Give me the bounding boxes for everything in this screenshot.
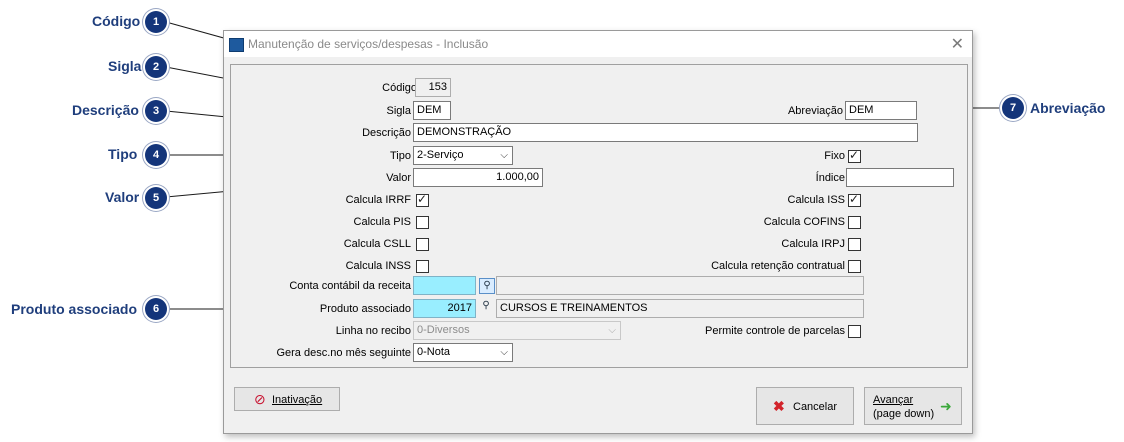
cancelar-button[interactable]: ✖ Cancelar <box>756 387 854 425</box>
sigla-label: Sigla <box>386 105 411 117</box>
calcula-cofins-label: Calcula COFINS <box>763 216 845 228</box>
conta-contabil-label: Conta contábil da receita <box>289 280 411 292</box>
gera-desc-label: Gera desc.no mês seguinte <box>276 347 411 359</box>
calcula-inss-checkbox[interactable] <box>416 260 429 273</box>
cancelar-label: Cancelar <box>793 401 838 413</box>
inativacao-button[interactable]: ⊘ Inativação <box>234 387 340 411</box>
calcula-pis-checkbox[interactable] <box>416 216 429 229</box>
tipo-select[interactable]: 2-Serviço ⌵ <box>413 146 513 165</box>
annotation-badge-7: 7 <box>1002 97 1024 119</box>
codigo-field: 153 <box>415 78 451 97</box>
dialog-window: Manutenção de serviços/despesas - Inclus… <box>223 30 973 434</box>
calcula-irrf-checkbox[interactable] <box>416 192 429 207</box>
linha-recibo-value: 0-Diversos <box>417 324 470 336</box>
avancar-label: Avançar <box>873 394 914 406</box>
calcula-iss-label: Calcula ISS <box>787 194 845 206</box>
valor-input[interactable]: 1.000,00 <box>413 168 543 187</box>
fixo-checkbox[interactable] <box>848 148 861 163</box>
annotation-label-sigla: Sigla <box>108 58 142 74</box>
chevron-down-icon: ⌵ <box>608 325 616 336</box>
gera-desc-select[interactable]: 0-Nota ⌵ <box>413 343 513 362</box>
valor-label: Valor <box>386 172 411 184</box>
annotation-badge-2: 2 <box>145 56 167 78</box>
inativacao-label: Inativação <box>272 394 323 406</box>
window-title: Manutenção de serviços/despesas - Inclus… <box>248 37 489 51</box>
conta-contabil-description <box>496 276 864 295</box>
gera-desc-value: 0-Nota <box>417 346 451 358</box>
arrow-right-icon: ➜ <box>940 398 952 414</box>
produto-label: Produto associado <box>319 303 411 315</box>
tipo-value: 2-Serviço <box>417 149 464 161</box>
annotation-label-tipo: Tipo <box>108 146 138 162</box>
annotation-badge-6: 6 <box>145 298 167 320</box>
indice-input[interactable] <box>846 168 954 187</box>
calcula-pis-label: Calcula PIS <box>353 216 411 228</box>
abreviacao-input[interactable]: DEM <box>845 101 917 120</box>
linha-recibo-select: 0-Diversos ⌵ <box>413 321 621 340</box>
fixo-label: Fixo <box>824 150 845 162</box>
calcula-csll-label: Calcula CSLL <box>343 238 411 250</box>
form-panel: Código 153 Sigla DEM Abreviação DEM Desc… <box>230 64 968 368</box>
descricao-input[interactable]: DEMONSTRAÇÃO <box>413 123 918 142</box>
chevron-down-icon: ⌵ <box>500 150 508 161</box>
annotation-label-abreviacao: Abreviação <box>1030 100 1106 116</box>
close-icon[interactable]: ✕ <box>951 34 964 54</box>
avancar-sublabel: (page down) <box>873 408 935 420</box>
calcula-irpj-checkbox[interactable] <box>848 238 861 251</box>
sigla-input[interactable]: DEM <box>413 101 451 120</box>
linha-recibo-label: Linha no recibo <box>335 325 411 337</box>
inactivate-icon: ⊘ <box>254 391 266 407</box>
title-bar[interactable]: Manutenção de serviços/despesas - Inclus… <box>224 31 972 57</box>
app-icon <box>229 38 244 52</box>
indice-label: Índice <box>815 172 845 184</box>
avancar-button[interactable]: Avançar (page down) ➜ <box>864 387 962 425</box>
calcula-inss-label: Calcula INSS <box>345 260 411 272</box>
calcula-retencao-checkbox[interactable] <box>848 260 861 273</box>
annotation-badge-4: 4 <box>145 144 167 166</box>
annotation-badge-5: 5 <box>145 187 167 209</box>
descricao-label: Descrição <box>362 127 411 139</box>
annotation-label-produto: Produto associado <box>11 301 138 317</box>
permite-parcelas-label: Permite controle de parcelas <box>704 325 845 337</box>
calcula-irrf-label: Calcula IRRF <box>345 194 411 206</box>
cancel-x-icon: ✖ <box>773 398 785 414</box>
calcula-retencao-label: Calcula retenção contratual <box>711 260 845 272</box>
calcula-cofins-checkbox[interactable] <box>848 216 861 229</box>
codigo-label: Código <box>382 82 417 94</box>
search-icon[interactable]: ⚲ <box>479 278 495 294</box>
annotation-badge-1: 1 <box>145 11 167 33</box>
annotation-label-descricao: Descrição <box>72 102 139 118</box>
tipo-label: Tipo <box>390 150 411 162</box>
conta-contabil-input[interactable] <box>413 276 476 295</box>
search-icon[interactable]: ⚲ <box>479 299 493 313</box>
calcula-iss-checkbox[interactable] <box>848 192 861 207</box>
calcula-csll-checkbox[interactable] <box>416 238 429 251</box>
produto-description: CURSOS E TREINAMENTOS <box>496 299 864 318</box>
permite-parcelas-checkbox[interactable] <box>848 325 861 338</box>
annotation-label-codigo: Código <box>92 13 141 29</box>
annotation-label-valor: Valor <box>105 189 140 205</box>
annotation-badge-3: 3 <box>145 100 167 122</box>
abreviacao-label: Abreviação <box>787 105 843 117</box>
chevron-down-icon: ⌵ <box>500 347 508 358</box>
produto-input[interactable]: 2017 <box>413 299 476 318</box>
calcula-irpj-label: Calcula IRPJ <box>781 238 845 250</box>
